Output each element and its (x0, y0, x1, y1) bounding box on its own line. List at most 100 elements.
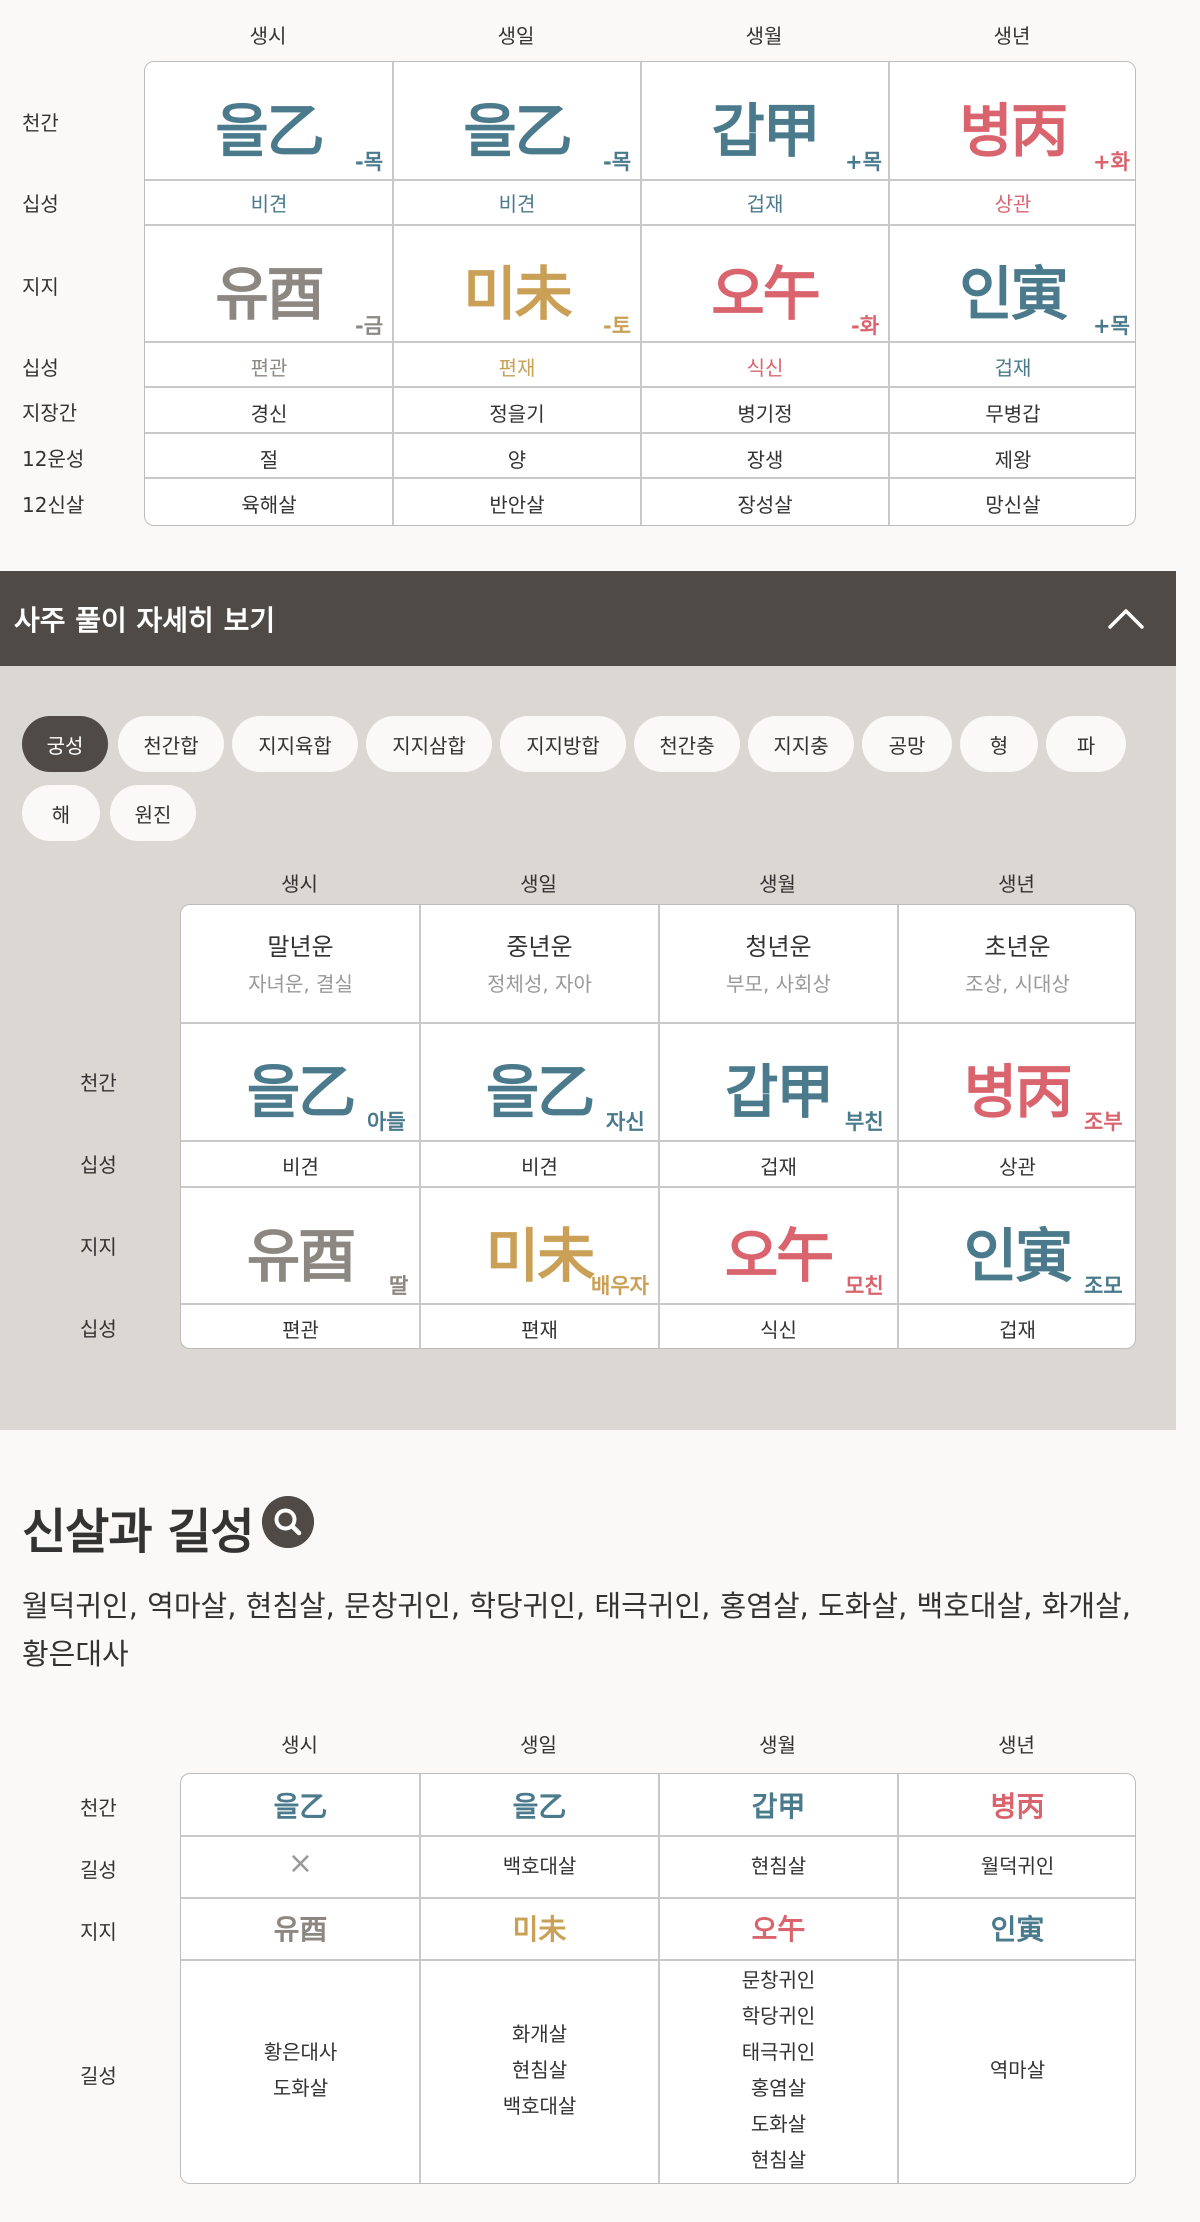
unseong-cell: 제왕 (994, 448, 1032, 472)
chip-wonjin[interactable]: 원진 (110, 785, 196, 841)
row-label-cheongan: 천간 (22, 111, 59, 135)
pillar-header-hour: 생시 (281, 1733, 318, 1757)
gilseong-item: 백호대살 (502, 2094, 577, 2118)
empty-mark-icon: × (287, 1846, 314, 1881)
gilseong-item: 태극귀인 (741, 2040, 816, 2064)
pillar-header-day: 생일 (520, 1733, 557, 1757)
pillar-header-year: 생년 (998, 872, 1035, 896)
jiji-char: 유酉 (215, 260, 324, 328)
jiji-cell: 유酉 (181, 1209, 420, 1293)
chip-gungseong[interactable]: 궁성 (22, 716, 108, 772)
unseong-cell: 장생 (746, 448, 784, 472)
life-stage-main: 초년운 (984, 933, 1051, 961)
gilseong-item: 문창귀인 (741, 1968, 816, 1992)
chip-gongmang[interactable]: 공망 (862, 716, 952, 772)
row-label-sipseong: 십성 (80, 1153, 117, 1177)
life-stage-cell: 말년운 자녀운, 결실 (181, 927, 420, 997)
gilseong-item: 홍염살 (750, 2076, 807, 2100)
pillar-header-year: 생년 (998, 1733, 1035, 1757)
life-stage-cell: 중년운 정체성, 자아 (420, 927, 659, 997)
row-label-gilseong: 길성 (80, 1858, 117, 1882)
element-tag: -목 (355, 150, 384, 174)
gilseong-cell: 역마살 (898, 2052, 1135, 2088)
row-label-cheongan: 천간 (80, 1796, 117, 1820)
chip-hyeong[interactable]: 형 (960, 716, 1038, 772)
jiji-char: 미未 (485, 1222, 595, 1290)
gilseong-item: 황은대사 (263, 2040, 338, 2064)
jiji-char: 유酉 (246, 1222, 356, 1290)
life-stage-main: 중년운 (506, 933, 573, 961)
main-pillar-table: 을乙 -목 을乙 -목 갑甲 +목 병丙 +화 비견 비견 겁재 상관 유酉 -… (144, 61, 1136, 526)
sinsal-cell: 장성살 (737, 493, 793, 517)
chip-pa[interactable]: 파 (1046, 716, 1126, 772)
row-label-sinsal: 12신살 (22, 493, 85, 517)
jiji-char: 오午 (751, 1913, 806, 1946)
row-label-sipseong: 십성 (22, 192, 59, 216)
jiji-char: 인寅 (990, 1913, 1045, 1946)
sipseong-cell: 편관 (282, 1318, 319, 1342)
row-label-cheongan: 천간 (80, 1071, 117, 1095)
row-label-gilseong-jiji: 길성 (80, 2064, 117, 2088)
relation-tag: 조부 (1084, 1110, 1123, 1134)
sinsal-summary: 월덕귀인, 역마살, 현침살, 문창귀인, 학당귀인, 태극귀인, 홍염살, 도… (22, 1589, 1131, 1671)
row-label-jiji: 지지 (80, 1235, 117, 1259)
jiji-char: 인寅 (963, 1222, 1073, 1290)
life-stage-sub: 조상, 시대상 (965, 972, 1070, 996)
relation-tag: 조모 (1084, 1274, 1123, 1298)
jiji-char: 미未 (512, 1913, 567, 1946)
element-tag: -목 (603, 150, 632, 174)
row-label-sipseong-jiji: 십성 (22, 356, 59, 380)
gilseong-cell: 화개살 현침살 백호대살 (420, 2016, 659, 2124)
sipseong-cell: 상관 (999, 1155, 1036, 1179)
element-tag: +화 (1093, 150, 1130, 174)
jiji-char: 미未 (463, 260, 572, 328)
pillar-header-month: 생월 (759, 1733, 796, 1757)
sipseong-cell: 상관 (994, 192, 1032, 216)
jijanggan-cell: 경신 (250, 402, 288, 426)
sipseong-cell: 식신 (760, 1318, 797, 1342)
sipseong-cell: 겁재 (994, 356, 1032, 380)
chip-hae[interactable]: 해 (22, 785, 100, 841)
life-stage-sub: 정체성, 자아 (487, 972, 592, 996)
element-tag: +목 (1093, 314, 1130, 338)
row-label-jiji: 지지 (22, 275, 59, 299)
pillar-header-year: 생년 (993, 24, 1031, 48)
chip-jiji-yukhap[interactable]: 지지육합 (232, 716, 358, 772)
gilseong-cell: 월덕귀인 (980, 1854, 1055, 1878)
chip-jiji-banghap[interactable]: 지지방합 (500, 716, 626, 772)
unseong-cell: 절 (259, 448, 279, 472)
sinsal-table: 을乙 을乙 갑甲 병丙 × 백호대살 현침살 월덕귀인 유酉 미未 오午 인寅 … (180, 1773, 1136, 2184)
cheongan-char: 을乙 (463, 97, 572, 165)
row-label-unseong: 12운성 (22, 447, 85, 471)
chip-cheongan-hap[interactable]: 천간합 (118, 716, 224, 772)
life-stage-main: 말년운 (267, 933, 334, 961)
chip-jiji-samhap[interactable]: 지지삼합 (366, 716, 492, 772)
detail-toggle-bar[interactable]: 사주 풀이 자세히 보기 (0, 571, 1176, 666)
cheongan-char: 을乙 (273, 1790, 328, 1823)
cheongan-char: 을乙 (485, 1058, 595, 1126)
gilseong-item: 학당귀인 (741, 2004, 816, 2028)
sinsal-cell: 육해살 (241, 493, 297, 517)
sipseong-cell: 식신 (746, 356, 784, 380)
relation-tag: 딸 (389, 1274, 409, 1298)
life-stage-cell: 청년운 부모, 사회상 (659, 927, 898, 997)
gilseong-cell: 문창귀인 학당귀인 태극귀인 홍염살 도화살 현침살 (659, 1962, 898, 2178)
life-stage-cell: 초년운 조상, 시대상 (898, 927, 1135, 997)
element-tag: +목 (845, 150, 882, 174)
life-stage-main: 청년운 (745, 933, 812, 961)
row-label-jiji: 지지 (80, 1920, 117, 1944)
sipseong-cell: 비견 (521, 1155, 558, 1179)
sipseong-cell: 비견 (498, 192, 536, 216)
pillar-header-hour: 생시 (281, 872, 318, 896)
chevron-up-icon[interactable] (1106, 603, 1146, 633)
chip-cheongan-chung[interactable]: 천간충 (634, 716, 740, 772)
cheongan-char: 병丙 (959, 97, 1068, 165)
search-icon[interactable] (262, 1496, 314, 1548)
cheongan-char: 병丙 (963, 1058, 1073, 1126)
unseong-cell: 양 (507, 448, 527, 472)
chip-jiji-chung[interactable]: 지지충 (748, 716, 854, 772)
gilseong-item: 도화살 (272, 2076, 329, 2100)
gilseong-cell: 황은대사 도화살 (181, 2034, 420, 2106)
life-stage-sub: 부모, 사회상 (726, 972, 831, 996)
cheongan-char: 병丙 (990, 1790, 1045, 1823)
